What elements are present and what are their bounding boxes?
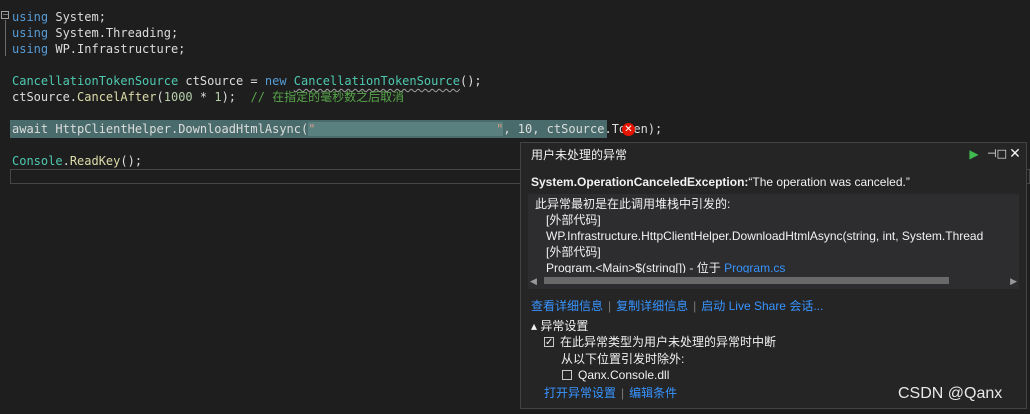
module-option[interactable]: Qanx.Console.dll — [562, 367, 669, 383]
trace-line: [外部代码] — [546, 245, 601, 259]
trace-header: 此异常最初是在此调用堆栈中引发的: — [535, 197, 731, 211]
keyword: using — [12, 42, 49, 56]
method-name: ReadKey — [69, 154, 121, 168]
namespace: WP.Infrastructure; — [55, 42, 186, 56]
except-label: 从以下位置引发时除外: — [561, 352, 685, 366]
punctuation: . — [62, 154, 70, 168]
exception-helper-popup: 用户未处理的异常 ▶ ⊣□ ✕ System.OperationCanceled… — [520, 142, 1027, 409]
divider: | — [621, 386, 625, 400]
number: 1 — [214, 90, 222, 104]
string-literal-redacted: " " — [308, 122, 504, 136]
module-checkbox[interactable] — [562, 370, 572, 380]
punctuation: (); — [120, 154, 143, 168]
type-name: CancellationTokenSource — [12, 74, 179, 88]
number: 1000 — [163, 90, 193, 104]
scroll-right-icon[interactable]: ▶ — [1010, 273, 1017, 289]
break-checkbox[interactable] — [544, 335, 554, 351]
trace-line: WP.Infrastructure.HttpClientHelper.Downl… — [546, 229, 984, 243]
pin-icon[interactable]: ⊣□ — [987, 145, 1007, 163]
operator: * — [192, 90, 215, 104]
code-line-8[interactable]: await HttpClientHelper.DownloadHtmlAsync… — [12, 121, 662, 137]
exception-settings-header[interactable]: ▴ 异常设置 — [531, 318, 588, 334]
divider: | — [693, 299, 697, 313]
popup-footer-actions: 打开异常设置 | 编辑条件 — [544, 385, 677, 401]
horizontal-scrollbar[interactable]: ◀ ▶ — [528, 273, 1019, 289]
divider: | — [608, 299, 612, 313]
variable: ctSource = — [178, 74, 265, 88]
exception-message: “The operation was canceled.” — [748, 175, 910, 189]
type-name: Console — [12, 154, 63, 168]
module-option-label: Qanx.Console.dll — [578, 368, 670, 382]
continue-icon[interactable]: ▶ — [966, 145, 982, 163]
code-line-6[interactable]: ctSource.CancelAfter(1000 * 1); // 在指定的毫… — [12, 89, 404, 105]
trace-line: [外部代码] — [546, 213, 601, 227]
fold-guide — [5, 20, 6, 56]
code-line-10[interactable]: Console.ReadKey(); — [12, 153, 142, 169]
scrollbar-thumb[interactable] — [544, 277, 949, 284]
code-comment: // 在指定的毫秒数之后取消 — [250, 90, 405, 104]
popup-title: 用户未处理的异常 — [531, 148, 628, 162]
punctuation: ); — [221, 90, 251, 104]
method-name: DownloadHtmlAsync — [178, 122, 302, 136]
break-option-label: 在此异常类型为用户未处理的异常时中断 — [560, 335, 777, 349]
punctuation: ( — [156, 90, 164, 104]
keyword: await — [12, 122, 56, 136]
scroll-left-icon[interactable]: ◀ — [530, 273, 537, 289]
code-line-5[interactable]: CancellationTokenSource ctSource = new C… — [12, 73, 482, 89]
popup-actions: 查看详细信息 | 复制详细信息 | 启动 Live Share 会话... — [531, 298, 823, 314]
code-line-3[interactable]: using WP.Infrastructure; — [12, 41, 185, 57]
type-name: HttpClientHelper — [55, 122, 171, 136]
method-name: CancelAfter — [77, 90, 157, 104]
keyword: new — [264, 74, 287, 88]
variable: ctSource. — [12, 90, 78, 104]
arguments: , 10, ctSource.Token); — [503, 122, 663, 136]
type-name: CancellationTokenSource — [293, 74, 460, 88]
copy-details-link[interactable]: 复制详细信息 — [616, 299, 688, 313]
edit-conditions-link[interactable]: 编辑条件 — [629, 386, 677, 400]
break-option[interactable]: 在此异常类型为用户未处理的异常时中断 — [544, 334, 777, 351]
namespace: System; — [55, 10, 106, 24]
watermark: CSDN @Qanx — [898, 385, 1003, 402]
keyword: using — [12, 26, 49, 40]
view-details-link[interactable]: 查看详细信息 — [531, 299, 603, 313]
exception-type: System.OperationCanceledException: — [531, 175, 749, 189]
open-exception-settings-link[interactable]: 打开异常设置 — [544, 386, 616, 400]
error-icon[interactable]: ✕ — [622, 123, 635, 136]
close-icon[interactable]: ✕ — [1007, 145, 1023, 163]
live-share-link[interactable]: 启动 Live Share 会话... — [701, 299, 823, 313]
keyword: using — [12, 10, 49, 24]
code-line-2[interactable]: using System.Threading; — [12, 25, 178, 41]
namespace: System.Threading; — [55, 26, 179, 40]
punctuation: (); — [459, 74, 482, 88]
collapse-icon[interactable]: − — [1, 11, 9, 19]
code-line-1[interactable]: using System; — [12, 9, 106, 25]
exception-summary: System.OperationCanceledException:“The o… — [531, 174, 910, 190]
